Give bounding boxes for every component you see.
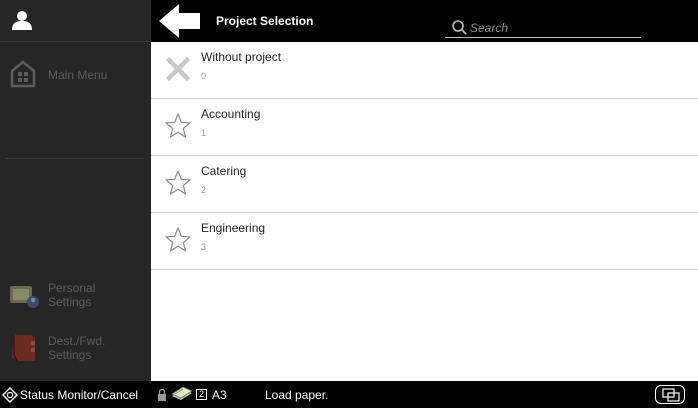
search-placeholder: Search bbox=[470, 21, 509, 35]
status-bar: Status Monitor/Cancel 2 A3 Load paper. bbox=[0, 381, 698, 408]
main-menu-label: Main Menu bbox=[48, 68, 108, 82]
project-number: 3 bbox=[201, 242, 207, 252]
home-icon bbox=[10, 60, 36, 93]
project-name: Accounting bbox=[201, 107, 261, 121]
page-title: Project Selection bbox=[216, 14, 314, 28]
personal-settings-icon bbox=[9, 282, 39, 315]
search-icon bbox=[451, 19, 467, 40]
project-number: 0 bbox=[201, 71, 207, 81]
dest-fwd-label-line1: Dest./Fwd. bbox=[48, 334, 106, 348]
switch-display-button[interactable] bbox=[655, 385, 685, 404]
address-book-icon bbox=[9, 333, 37, 368]
star-icon[interactable] bbox=[164, 112, 192, 140]
sidebar-divider bbox=[6, 158, 144, 159]
status-monitor-button[interactable]: Status Monitor/Cancel bbox=[0, 381, 151, 408]
back-button[interactable] bbox=[157, 3, 201, 39]
back-arrow-icon bbox=[159, 4, 200, 38]
star-icon[interactable] bbox=[164, 226, 192, 254]
header-bar: Project Selection Search bbox=[151, 0, 698, 42]
paper-size: A3 bbox=[212, 388, 227, 402]
paper-icon bbox=[171, 386, 193, 405]
project-row-engineering[interactable]: Engineering 3 bbox=[151, 213, 698, 270]
project-row-without-project[interactable]: Without project 0 bbox=[151, 42, 698, 99]
main-menu-button[interactable]: Main Menu bbox=[0, 43, 151, 107]
paper-count-badge: 2 bbox=[196, 389, 207, 400]
switch-display-icon bbox=[662, 388, 680, 402]
search-input[interactable]: Search bbox=[445, 18, 641, 38]
user-login-button[interactable] bbox=[0, 0, 151, 42]
project-name: Catering bbox=[201, 164, 247, 178]
user-icon bbox=[11, 9, 33, 36]
project-list: Without project 0 Accounting 1 Catering … bbox=[151, 42, 698, 381]
project-number: 2 bbox=[201, 185, 207, 195]
status-monitor-label: Status Monitor/Cancel bbox=[20, 388, 139, 402]
project-row-catering[interactable]: Catering 2 bbox=[151, 156, 698, 213]
project-number: 1 bbox=[201, 128, 207, 138]
dest-fwd-settings-button[interactable]: Dest./Fwd. Settings bbox=[0, 328, 151, 368]
dest-fwd-label-line2: Settings bbox=[48, 348, 92, 362]
personal-settings-label-line2: Settings bbox=[48, 295, 92, 309]
x-icon bbox=[164, 55, 192, 83]
personal-settings-label-line1: Personal bbox=[48, 281, 96, 295]
personal-settings-button[interactable]: Personal Settings bbox=[0, 275, 151, 315]
lock-icon bbox=[157, 388, 167, 404]
sidebar: Main Menu Personal Settings Dest./Fwd. S… bbox=[0, 0, 151, 381]
project-name: Without project bbox=[201, 50, 282, 64]
status-message: Load paper. bbox=[265, 388, 329, 402]
project-row-accounting[interactable]: Accounting 1 bbox=[151, 99, 698, 156]
project-name: Engineering bbox=[201, 221, 266, 235]
status-monitor-icon bbox=[2, 387, 18, 406]
star-icon[interactable] bbox=[164, 169, 192, 197]
